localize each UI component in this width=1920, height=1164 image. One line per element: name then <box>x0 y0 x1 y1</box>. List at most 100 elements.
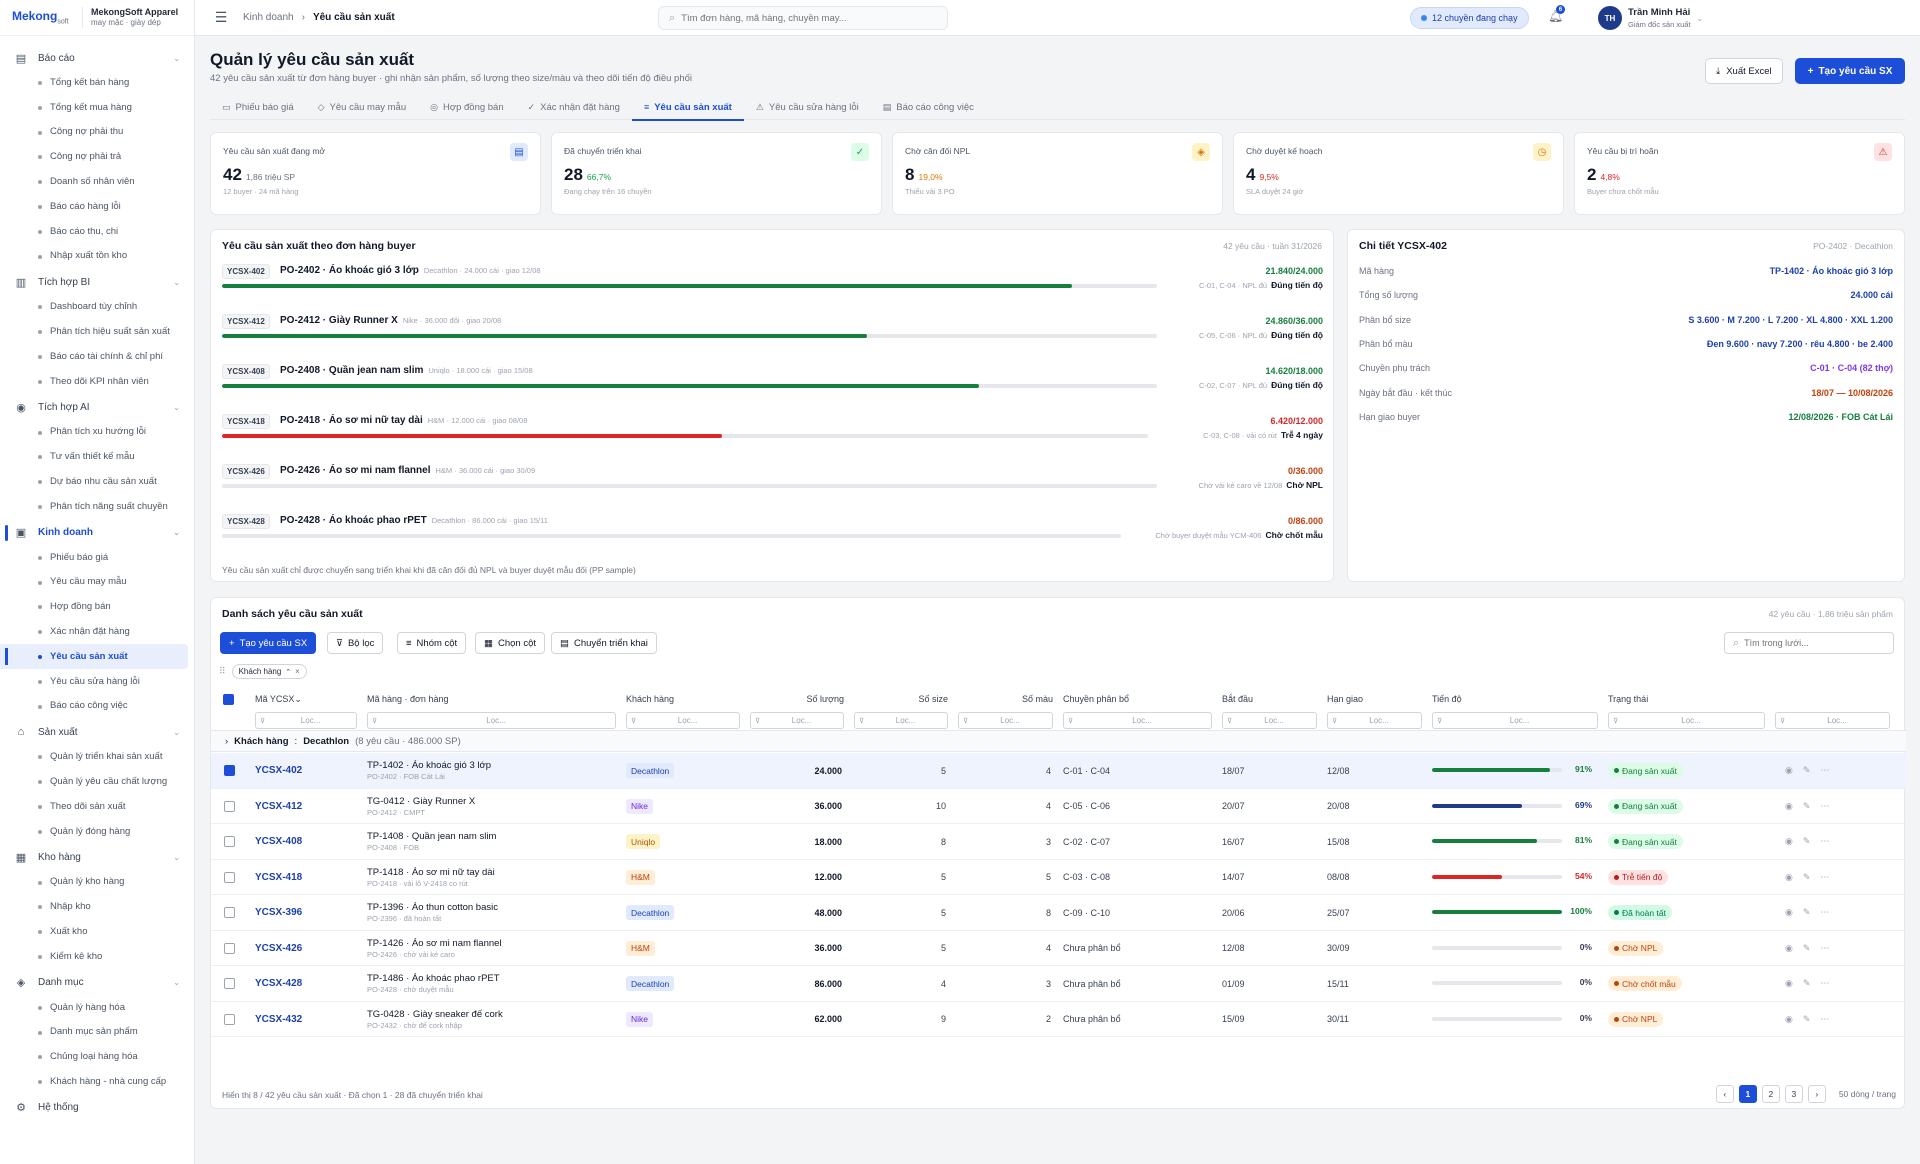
code-cell[interactable]: YCSX-412 <box>251 789 363 825</box>
sidebar-item[interactable]: Yêu cầu sửa hàng lỗi <box>0 669 194 694</box>
more-icon[interactable]: ⋯ <box>1820 907 1829 918</box>
sidebar-group-1[interactable]: ▥ Tích hợp BI ⌄ <box>0 270 194 294</box>
edit-icon[interactable]: ✎ <box>1803 978 1811 989</box>
sidebar-item[interactable]: Khách hàng - nhà cung cấp <box>0 1069 194 1094</box>
checkbox-cell[interactable] <box>221 860 243 896</box>
sidebar-item[interactable]: Danh mục sản phẩm <box>0 1020 194 1045</box>
edit-icon[interactable]: ✎ <box>1803 907 1811 918</box>
column-header[interactable]: Tiến độ <box>1428 688 1604 710</box>
edit-icon[interactable]: ✎ <box>1803 836 1811 847</box>
sidebar-item[interactable]: Xuất kho <box>0 919 194 944</box>
sidebar-item[interactable]: Doanh số nhân viên <box>0 169 194 194</box>
code-cell[interactable]: YCSX-408 <box>251 824 363 860</box>
sidebar-item[interactable]: Yêu cầu sản xuất <box>0 643 188 669</box>
eye-icon[interactable]: ◉ <box>1785 836 1793 847</box>
sidebar-item[interactable]: Xác nhận đặt hàng <box>0 619 194 644</box>
column-filter[interactable]: ⊽ Lọc... <box>367 712 616 729</box>
request-code[interactable]: YCSX-408 <box>255 836 302 847</box>
sidebar-item[interactable]: Nhập xuất tồn kho <box>0 244 194 269</box>
sidebar-item[interactable]: Báo cáo công việc <box>0 694 194 719</box>
checkbox-cell[interactable] <box>221 824 243 860</box>
sidebar-item[interactable]: Phân tích hiệu suất sản xuất <box>0 319 194 344</box>
sidebar-item[interactable]: Phân tích năng suất chuyền <box>0 494 194 519</box>
order-row[interactable]: YCSX-428 PO-2428 · Áo khoác phao rPET Deca… <box>222 512 1323 560</box>
user-menu[interactable]: TH Trần Minh Hải Giám đốc sản xuất ⌄ <box>1598 6 1703 30</box>
column-header[interactable]: Khách hàng <box>622 688 746 710</box>
code-cell[interactable]: YCSX-432 <box>251 1002 363 1038</box>
request-code[interactable]: YCSX-396 <box>255 907 302 918</box>
page-button[interactable]: ‹ <box>1715 1085 1734 1103</box>
order-row[interactable]: YCSX-408 PO-2408 · Quần jean nam slim Uniq… <box>222 362 1323 410</box>
table-row[interactable]: YCSX-396 TP-1396 · Áo thun cotton basic PO… <box>211 895 1906 931</box>
sidebar-item[interactable]: Tổng kết bán hàng <box>0 70 194 95</box>
column-header[interactable]: Mã YCSX ⌄ <box>251 688 363 710</box>
tab-2[interactable]: ◎ Hợp đồng bán <box>418 94 516 120</box>
edit-icon[interactable]: ✎ <box>1803 943 1811 954</box>
page-button[interactable]: 3 <box>1784 1085 1803 1103</box>
sidebar-item[interactable]: Theo dõi KPI nhân viên <box>0 369 194 394</box>
column-header[interactable]: Số size <box>850 688 954 710</box>
column-filter[interactable]: ⊽ Lọc... <box>1775 712 1890 729</box>
column-filter[interactable]: ⊽ Lọc... <box>1608 712 1765 729</box>
table-row[interactable]: YCSX-412 TG-0412 · Giày Runner X PO-2412 ·… <box>211 789 1906 825</box>
sidebar-item[interactable]: Chủng loại hàng hóa <box>0 1044 194 1069</box>
sidebar-item[interactable]: Công nợ phải thu <box>0 120 194 145</box>
code-cell[interactable]: YCSX-428 <box>251 966 363 1002</box>
table-row[interactable]: YCSX-432 TG-0428 · Giày sneaker đế cork PO… <box>211 1002 1906 1038</box>
order-row[interactable]: YCSX-402 PO-2402 · Áo khoác gió 3 lớp Deca… <box>222 262 1323 310</box>
close-icon[interactable]: × <box>295 667 300 676</box>
eye-icon[interactable]: ◉ <box>1785 765 1793 776</box>
column-filter[interactable]: ⊽ Lọc... <box>626 712 740 729</box>
sidebar-item[interactable]: Yêu cầu may mẫu <box>0 570 194 595</box>
column-filter[interactable]: ⊽ Lọc... <box>1327 712 1422 729</box>
code-cell[interactable]: YCSX-396 <box>251 895 363 931</box>
sidebar-item[interactable]: Hợp đồng bán <box>0 594 194 619</box>
sidebar-group-7[interactable]: ⚙ Hệ thống <box>0 1096 194 1120</box>
column-header[interactable]: Mã hàng · đơn hàng <box>363 688 622 710</box>
sidebar-item[interactable]: Quản lý hàng hóa <box>0 995 194 1020</box>
eye-icon[interactable]: ◉ <box>1785 907 1793 918</box>
sidebar-item[interactable]: Báo cáo thu, chi <box>0 219 194 244</box>
toolbar-button-3[interactable]: ▦ Chọn cột <box>475 632 546 654</box>
sort-asc-icon[interactable]: ⌃ <box>285 668 291 676</box>
eye-icon[interactable]: ◉ <box>1785 801 1793 812</box>
more-icon[interactable]: ⋯ <box>1820 765 1829 776</box>
more-icon[interactable]: ⋯ <box>1820 801 1829 812</box>
sidebar-item[interactable]: Quản lý kho hàng <box>0 870 194 895</box>
page-button[interactable]: › <box>1807 1085 1826 1103</box>
request-code[interactable]: YCSX-402 <box>255 765 302 776</box>
column-header[interactable]: Trạng thái <box>1604 688 1771 710</box>
column-filter[interactable]: ⊽ Lọc... <box>958 712 1053 729</box>
menu-icon[interactable]: ☰ <box>207 4 235 32</box>
group-chip[interactable]: Khách hàng ⌃ × <box>231 664 307 679</box>
code-cell[interactable]: YCSX-426 <box>251 931 363 967</box>
toolbar-button-0[interactable]: + Tạo yêu cầu SX <box>220 632 317 654</box>
checkbox-cell[interactable] <box>221 895 243 931</box>
table-row[interactable]: YCSX-418 TP-1418 · Áo sơ mi nữ tay dài PO-… <box>211 860 1906 896</box>
sidebar-group-6[interactable]: ◈ Danh mục ⌄ <box>0 971 194 995</box>
sidebar-item[interactable]: Báo cáo tài chính & chỉ phí <box>0 344 194 369</box>
toolbar-button-4[interactable]: ▤ Chuyển triển khai <box>551 632 657 654</box>
row-checkbox[interactable] <box>224 907 235 919</box>
column-filter[interactable]: ⊽ Lọc... <box>1222 712 1317 729</box>
checkbox-cell[interactable] <box>221 1002 243 1038</box>
page-button[interactable]: 1 <box>1738 1085 1757 1103</box>
row-checkbox[interactable] <box>224 765 235 777</box>
create-request-button[interactable]: + Tạo yêu cầu SX <box>1795 58 1905 84</box>
tab-4[interactable]: ≡ Yêu cầu sản xuất <box>631 94 744 121</box>
sidebar-item[interactable]: Dashboard tùy chỉnh <box>0 294 194 319</box>
sidebar-group-2[interactable]: ◉ Tích hợp AI ⌄ <box>0 396 194 420</box>
bell-icon[interactable]: 🔔︎ 6 <box>1548 5 1565 23</box>
eye-icon[interactable]: ◉ <box>1785 872 1793 883</box>
code-cell[interactable]: YCSX-418 <box>251 860 363 896</box>
request-code[interactable]: YCSX-418 <box>255 872 302 883</box>
more-icon[interactable]: ⋯ <box>1820 836 1829 847</box>
column-header[interactable]: Chuyền phân bổ <box>1059 688 1218 710</box>
column-header[interactable]: Số lượng <box>746 688 850 710</box>
sidebar-group-0[interactable]: ▤ Báo cáo ⌄ <box>0 46 194 70</box>
column-header[interactable]: Hạn giao <box>1323 688 1428 710</box>
eye-icon[interactable]: ◉ <box>1785 978 1793 989</box>
grid-search[interactable]: ⌕ <box>1724 632 1894 654</box>
sidebar-item[interactable]: Quản lý yêu cầu chất lượng <box>0 769 194 794</box>
group-row[interactable]: › Khách hàng: Decathlon (8 yêu cầu · 486.00… <box>211 730 1906 752</box>
